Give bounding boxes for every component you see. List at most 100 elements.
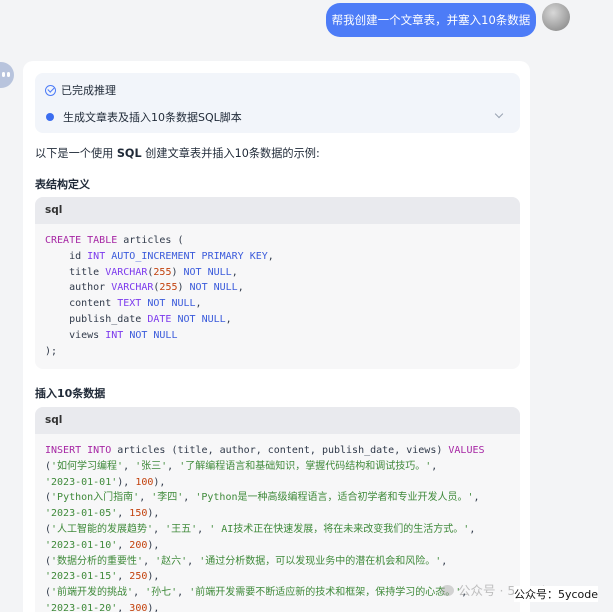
code-token: NOT NULL: [183, 266, 232, 278]
code-token: ,: [237, 282, 244, 294]
code-token: ,: [431, 460, 438, 472]
code-token: title: [45, 266, 106, 278]
code-token: TEXT: [117, 298, 142, 310]
code-token: ),: [147, 508, 160, 520]
code-token: NOT NULL: [177, 313, 226, 325]
code-line: );: [45, 346, 57, 357]
code-token: AUTO_INCREMENT PRIMARY KEY: [111, 250, 268, 262]
code-token: '张三': [135, 460, 168, 472]
code-token: ,: [267, 250, 274, 262]
code-token: '李四': [151, 492, 184, 504]
code-token: ,: [187, 555, 200, 567]
section-title-insert: 插入10条数据: [35, 387, 106, 400]
code-line: INSERT INTO articles (title, author, con…: [45, 445, 485, 456]
code-line: ('数据分析的重要性', '赵六', '通过分析数据，可以发现业务中的潜在机会和…: [45, 556, 447, 567]
code-token: CREATE TABLE: [45, 235, 118, 246]
code-token: NOT NULL: [147, 298, 196, 310]
code-token: publish_date: [45, 313, 148, 325]
code-block-schema: sql CREATE TABLE articles ( id INT AUTO_…: [35, 197, 520, 369]
code-token: '通过分析数据，可以发现业务中的潜在机会和风险。': [199, 555, 442, 567]
code-token: ),: [153, 476, 166, 488]
step-dot-icon: [46, 113, 54, 121]
code-token: '前端开发需要不断适应新的技术和框架，保持学习的心态。': [189, 587, 462, 599]
code-token: ,: [197, 523, 210, 535]
code-token: 300: [129, 602, 148, 612]
code-token: '2023-01-01': [45, 476, 118, 488]
code-token: DATE: [147, 313, 172, 325]
code-token: ,: [231, 266, 238, 278]
code-token: 'Python是一种高级编程语言，适合初学者和专业开发人员。': [195, 492, 474, 504]
code-token: 255: [159, 282, 178, 294]
code-line: publish_date DATE NOT NULL,: [45, 314, 232, 325]
code-token: ,: [183, 492, 196, 504]
code-token: ,: [441, 555, 448, 567]
code-token: ): [177, 282, 190, 294]
code-token: content: [45, 298, 118, 310]
reasoning-step-label: 生成文章表及插入10条数据SQL脚本: [63, 111, 242, 124]
code-token: views: [45, 329, 106, 341]
code-line: ('如何学习编程', '张三', '了解编程语言和基础知识，掌握代码结构和调试技…: [45, 461, 437, 472]
code-token: '2023-01-10': [45, 539, 118, 551]
code-line: content TEXT NOT NULL,: [45, 298, 202, 309]
code-token: ,: [153, 523, 166, 535]
code-token: ),: [147, 571, 160, 583]
code-token: 255: [153, 266, 172, 278]
intro-bold: SQL: [116, 147, 142, 160]
code-token: VARCHAR: [105, 266, 148, 278]
code-token: ,: [139, 492, 152, 504]
code-token: ),: [117, 476, 136, 488]
wechat-icon: [441, 585, 454, 596]
code-token: INT: [105, 329, 124, 341]
code-token: ,: [117, 602, 130, 612]
code-lang-label: sql: [35, 407, 520, 434]
code-token: '了解编程语言和基础知识，掌握代码结构和调试技巧。': [179, 460, 432, 472]
code-line: title VARCHAR(255) NOT NULL,: [45, 267, 238, 278]
reasoning-box: 已完成推理 生成文章表及插入10条数据SQL脚本: [35, 73, 520, 133]
intro-after: 创建文章表并插入10条数据的示例:: [141, 147, 320, 160]
reasoning-status-label: 已完成推理: [61, 84, 116, 97]
code-token: NOT NULL: [189, 282, 238, 294]
code-token: ,: [177, 587, 190, 599]
code-token: 200: [129, 539, 148, 551]
code-line: CREATE TABLE articles (: [45, 235, 183, 246]
code-token: id: [45, 250, 88, 262]
bot-avatar: [0, 62, 14, 88]
code-token: ,: [133, 587, 146, 599]
code-token: '人工智能的发展趋势': [51, 523, 154, 535]
code-token: '前端开发的挑战': [51, 587, 134, 599]
code-token: 100: [135, 476, 154, 488]
code-body: CREATE TABLE articles ( id INT AUTO_INCR…: [35, 224, 520, 359]
code-line: ('人工智能的发展趋势', '王五', ' AI技术正在快速发展，将在未来改变我…: [45, 524, 475, 535]
code-token: articles (title, author, content, publis…: [111, 445, 449, 456]
code-token: '王五': [165, 523, 198, 535]
code-token: INT: [87, 250, 106, 262]
code-token: ,: [473, 492, 480, 504]
code-token: ,: [117, 539, 130, 551]
code-token: ,: [195, 298, 202, 310]
code-line: ('Python入门指南', '李四', 'Python是一种高级编程语言，适合…: [45, 492, 480, 503]
intro-text: 以下是一个使用 SQL 创建文章表并插入10条数据的示例:: [35, 145, 320, 161]
reasoning-step[interactable]: 生成文章表及插入10条数据SQL脚本: [46, 109, 242, 125]
answer-card: 已完成推理 生成文章表及插入10条数据SQL脚本 以下是一个使用 SQL 创建文…: [23, 61, 530, 612]
code-line: '2023-01-05', 150),: [45, 508, 159, 519]
code-line: author VARCHAR(255) NOT NULL,: [45, 282, 244, 293]
code-line: '2023-01-01'), 100),: [45, 477, 165, 488]
code-token: '如何学习编程': [51, 460, 124, 472]
code-token: '数据分析的重要性': [51, 555, 144, 567]
code-token: VARCHAR: [111, 282, 154, 294]
code-token: ,: [117, 508, 130, 520]
code-line: '2023-01-10', 200),: [45, 540, 159, 551]
code-lang-label: sql: [35, 197, 520, 224]
code-token: 150: [129, 508, 148, 520]
code-token: ,: [167, 460, 180, 472]
chevron-down-icon[interactable]: [494, 109, 504, 119]
code-token: '孙七': [145, 587, 178, 599]
code-line: '2023-01-15', 250),: [45, 571, 159, 582]
code-token: '2023-01-15': [45, 571, 118, 583]
code-token: ,: [117, 571, 130, 583]
code-line: id INT AUTO_INCREMENT PRIMARY KEY,: [45, 251, 274, 262]
code-token: VALUES: [448, 445, 485, 456]
code-token: ): [171, 266, 184, 278]
code-line: '2023-01-20', 300),: [45, 603, 159, 612]
code-token: '2023-01-05': [45, 508, 118, 520]
